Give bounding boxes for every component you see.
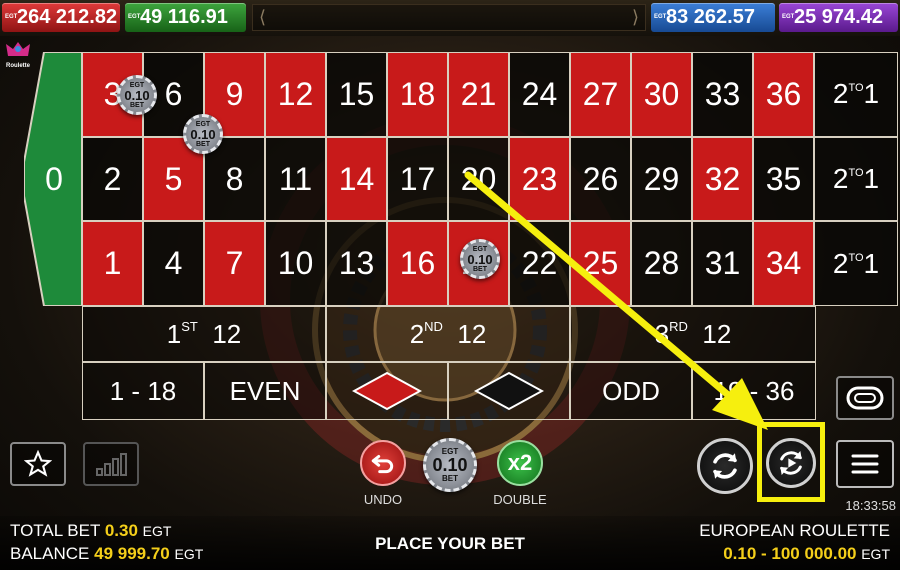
arrow-annotation-icon <box>464 171 768 430</box>
table-limits: 0.10 - 100 000.00 EGT <box>723 544 890 564</box>
limits-value: 0.10 - 100 000.00 <box>723 544 857 563</box>
limits-currency: EGT <box>861 546 890 562</box>
game-name: EUROPEAN ROULETTE <box>699 521 890 540</box>
